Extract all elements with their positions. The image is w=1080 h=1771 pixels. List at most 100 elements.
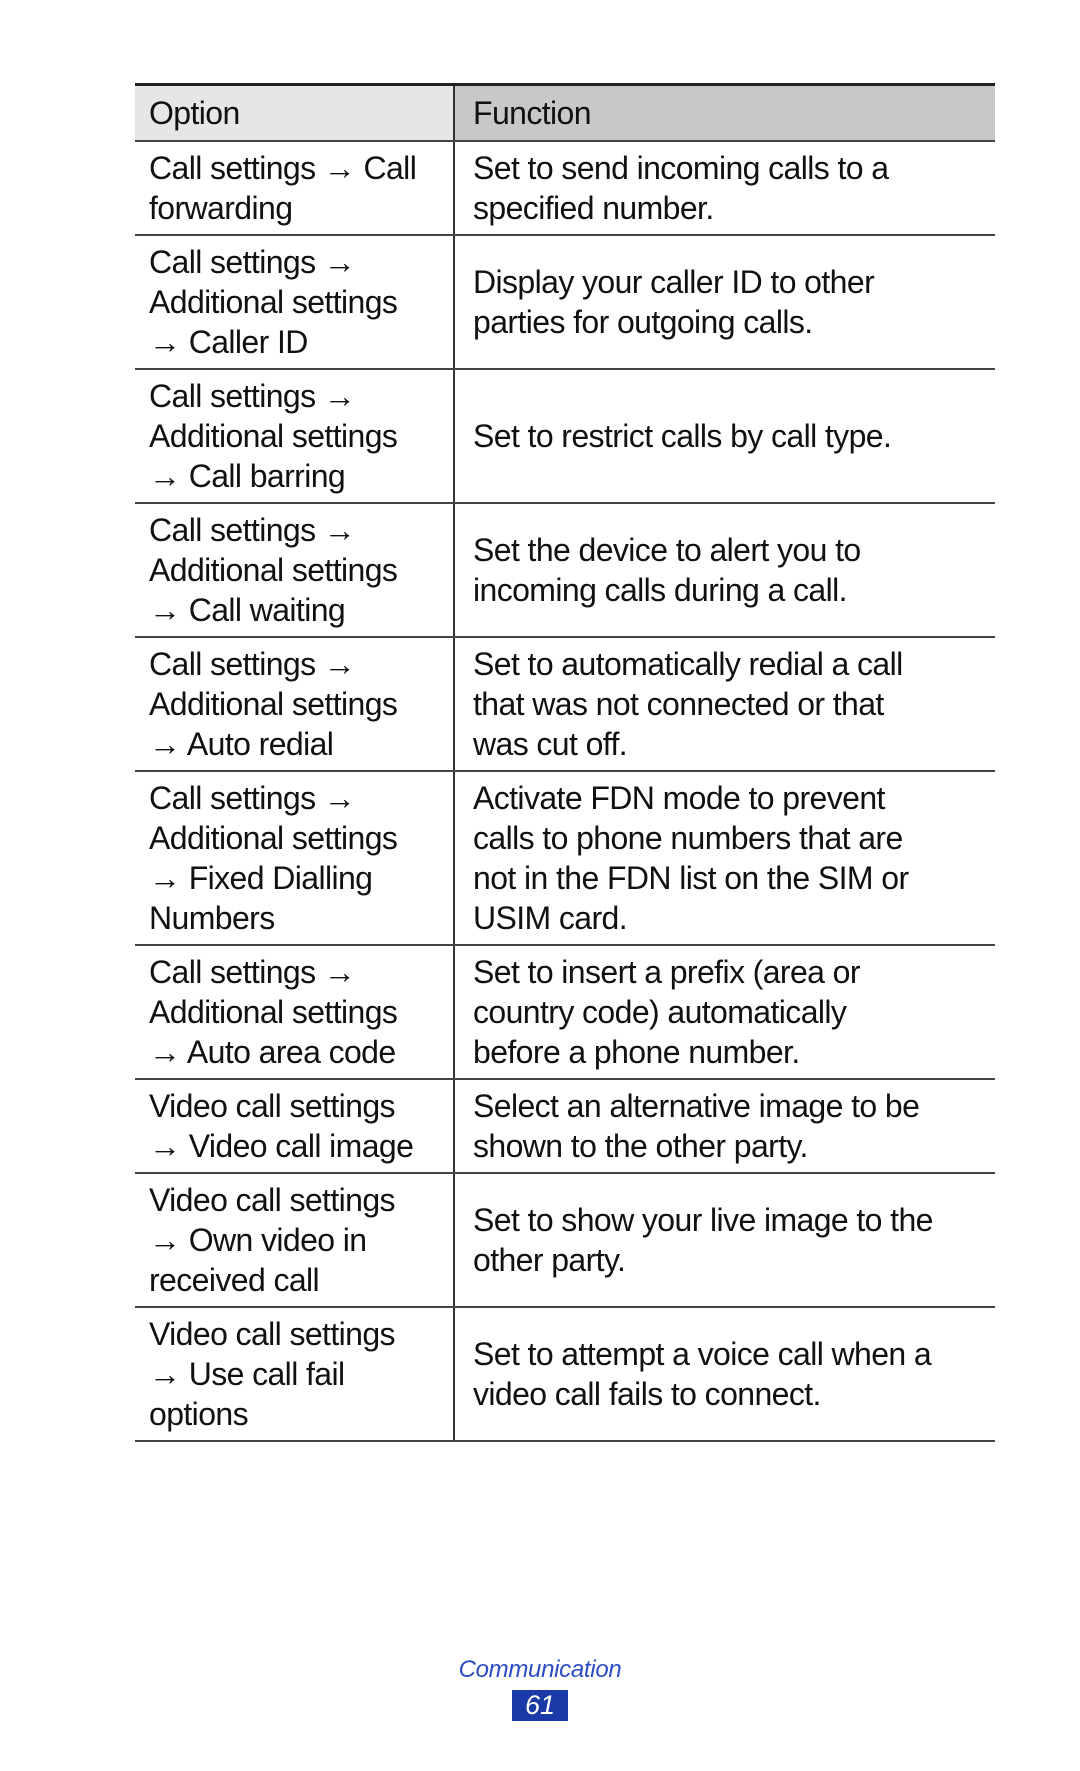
table-row: Call settings → Additional settings → Call… — [135, 504, 995, 638]
option-text: Call settings → Additional settings → Auto… — [149, 644, 449, 764]
function-cell: Select an alternative image to be shown t… — [455, 1080, 995, 1172]
function-cell: Set to restrict calls by call type. — [455, 370, 995, 502]
function-line: Set the device to alert you to — [473, 532, 861, 568]
option-text: Call settings → Additional settings → Call… — [149, 510, 449, 630]
option-text: Call settings → Additional settings → Fixe… — [149, 778, 449, 938]
option-cell: Call settings → Additional settings → Call… — [135, 236, 455, 368]
table-header-row: Option Function — [135, 86, 995, 142]
function-cell: Set to show your live image to the other … — [455, 1174, 995, 1306]
function-text: Activate FDN mode to prevent calls to pho… — [473, 778, 909, 938]
function-line: Set to show your live image to the — [473, 1202, 933, 1238]
option-line: options — [149, 1396, 249, 1432]
function-line: that was not connected or that — [473, 686, 884, 722]
header-function: Function — [455, 86, 995, 140]
option-cell: Video call settings → Own video in receive… — [135, 1174, 455, 1306]
function-line: before a phone number. — [473, 1034, 800, 1070]
section-title: Communication — [458, 1656, 622, 1683]
function-cell: Set to send incoming calls to a specified… — [455, 142, 995, 234]
option-line: → Call barring — [149, 458, 346, 494]
function-line: other party. — [473, 1242, 626, 1278]
function-line: Set to restrict calls by call type. — [473, 418, 892, 454]
function-cell: Set to automatically redial a call that w… — [455, 638, 995, 770]
option-line: Call settings → — [149, 646, 356, 682]
function-text: Display your caller ID to other parties f… — [473, 262, 875, 342]
function-line: country code) automatically — [473, 994, 847, 1030]
option-line: → Caller ID — [149, 324, 308, 360]
function-line: Set to attempt a voice call when a — [473, 1336, 932, 1372]
option-line: Additional settings — [149, 686, 398, 722]
function-line: specified number. — [473, 190, 714, 226]
function-line: shown to the other party. — [473, 1128, 808, 1164]
function-line: was cut off. — [473, 726, 628, 762]
option-line: Call settings → — [149, 780, 356, 816]
table-row: Video call settings → Own video in receive… — [135, 1174, 995, 1308]
option-line: → Use call fail — [149, 1356, 345, 1392]
option-line: Video call settings — [149, 1316, 396, 1352]
table-row: Call settings → Additional settings → Call… — [135, 236, 995, 370]
table-row: Call settings → Additional settings → Auto… — [135, 638, 995, 772]
option-line: Additional settings — [149, 552, 398, 588]
function-cell: Set the device to alert you to incoming c… — [455, 504, 995, 636]
page-number-badge: 61 — [512, 1690, 568, 1721]
table-row: Video call settings → Use call fail option… — [135, 1308, 995, 1442]
table-row: Call settings → Additional settings → Fixe… — [135, 772, 995, 946]
option-text: Call settings → Additional settings → Auto… — [149, 952, 449, 1072]
option-line: Video call settings — [149, 1182, 396, 1218]
function-line: Set to insert a prefix (area or — [473, 954, 861, 990]
function-text: Set to send incoming calls to a specified… — [473, 148, 889, 228]
option-cell: Call settings → Additional settings → Fixe… — [135, 772, 455, 944]
option-line: → Auto area code — [149, 1034, 396, 1070]
option-line: Call settings → — [149, 512, 356, 548]
option-cell: Video call settings → Video call image — [135, 1080, 455, 1172]
option-line: received call — [149, 1262, 320, 1298]
function-line: not in the FDN list on the SIM or — [473, 860, 909, 896]
table-row: Video call settings → Video call image Sel… — [135, 1080, 995, 1174]
header-option: Option — [135, 86, 455, 140]
table-row: Call settings → Additional settings → Auto… — [135, 946, 995, 1080]
function-line: incoming calls during a call. — [473, 572, 848, 608]
option-line: → Auto redial — [149, 726, 334, 762]
function-cell: Set to insert a prefix (area or country c… — [455, 946, 995, 1078]
option-line: Call settings → — [149, 378, 356, 414]
function-text: Set to show your live image to the other … — [473, 1200, 933, 1280]
function-line: Activate FDN mode to prevent — [473, 780, 885, 816]
option-text: Call settings → Call forwarding — [149, 148, 449, 228]
option-cell: Call settings → Additional settings → Auto… — [135, 946, 455, 1078]
table-row: Call settings → Call forwarding Set to sen… — [135, 142, 995, 236]
function-text: Set to restrict calls by call type. — [473, 416, 892, 456]
option-line: → Fixed Dialling — [149, 860, 373, 896]
option-cell: Call settings → Call forwarding — [135, 142, 455, 234]
function-line: Set to automatically redial a call — [473, 646, 903, 682]
option-line: Call settings → — [149, 244, 356, 280]
option-text: Call settings → Additional settings → Call… — [149, 242, 449, 362]
option-line: Call settings → — [149, 954, 356, 990]
table-body: Call settings → Call forwarding Set to sen… — [135, 142, 995, 1442]
option-line: Additional settings — [149, 418, 398, 454]
function-text: Set to attempt a voice call when a video … — [473, 1334, 932, 1414]
option-line: → Own video in — [149, 1222, 367, 1258]
function-line: Display your caller ID to other — [473, 264, 875, 300]
option-line: Additional settings — [149, 994, 398, 1030]
function-cell: Set to attempt a voice call when a video … — [455, 1308, 995, 1440]
function-line: Select an alternative image to be — [473, 1088, 920, 1124]
options-table: Option Function Call settings → Call forw… — [135, 83, 995, 1442]
option-text: Video call settings → Own video in receive… — [149, 1180, 449, 1300]
function-text: Set to automatically redial a call that w… — [473, 644, 903, 764]
option-cell: Video call settings → Use call fail option… — [135, 1308, 455, 1440]
option-line: Call settings → Call — [149, 150, 417, 186]
function-cell: Display your caller ID to other parties f… — [455, 236, 995, 368]
function-text: Select an alternative image to be shown t… — [473, 1086, 920, 1166]
function-line: video call fails to connect. — [473, 1376, 821, 1412]
function-cell: Activate FDN mode to prevent calls to pho… — [455, 772, 995, 944]
function-line: calls to phone numbers that are — [473, 820, 903, 856]
option-line: Numbers — [149, 900, 275, 936]
option-cell: Call settings → Additional settings → Auto… — [135, 638, 455, 770]
header-function-label: Function — [473, 95, 592, 131]
function-line: parties for outgoing calls. — [473, 304, 813, 340]
option-text: Video call settings → Use call fail option… — [149, 1314, 449, 1434]
header-option-label: Option — [149, 95, 240, 131]
function-text: Set to insert a prefix (area or country c… — [473, 952, 861, 1072]
function-line: USIM card. — [473, 900, 628, 936]
option-line: Video call settings — [149, 1088, 396, 1124]
option-cell: Call settings → Additional settings → Call… — [135, 504, 455, 636]
